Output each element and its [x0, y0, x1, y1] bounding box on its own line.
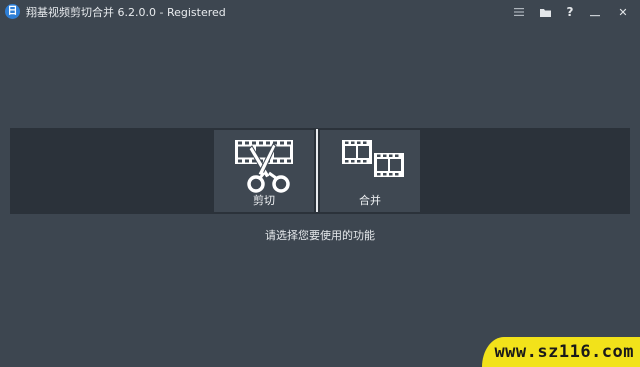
minimize-icon[interactable]	[585, 2, 605, 22]
merge-label: 合并	[359, 194, 381, 207]
merge-button[interactable]: 合并	[320, 130, 420, 212]
cut-button[interactable]: 剪切	[214, 130, 314, 212]
scissors-film-icon	[235, 140, 293, 193]
menu-icon[interactable]	[509, 2, 529, 22]
title-bar: 日 翔基视频剪切合并 6.2.0.0 - Registered ? ✕	[0, 0, 640, 24]
merge-film-icon	[342, 140, 404, 177]
select-function-prompt: 请选择您要使用的功能	[265, 229, 375, 242]
folder-icon[interactable]	[535, 2, 555, 22]
window-title: 翔基视频剪切合并 6.2.0.0 - Registered	[26, 6, 226, 19]
help-icon[interactable]: ?	[560, 2, 580, 22]
close-icon[interactable]: ✕	[613, 2, 633, 22]
tool-divider	[316, 129, 318, 212]
app-logo-icon: 日	[5, 4, 20, 19]
cut-label: 剪切	[253, 194, 275, 207]
watermark-logo: www.sz116.com	[482, 337, 640, 367]
